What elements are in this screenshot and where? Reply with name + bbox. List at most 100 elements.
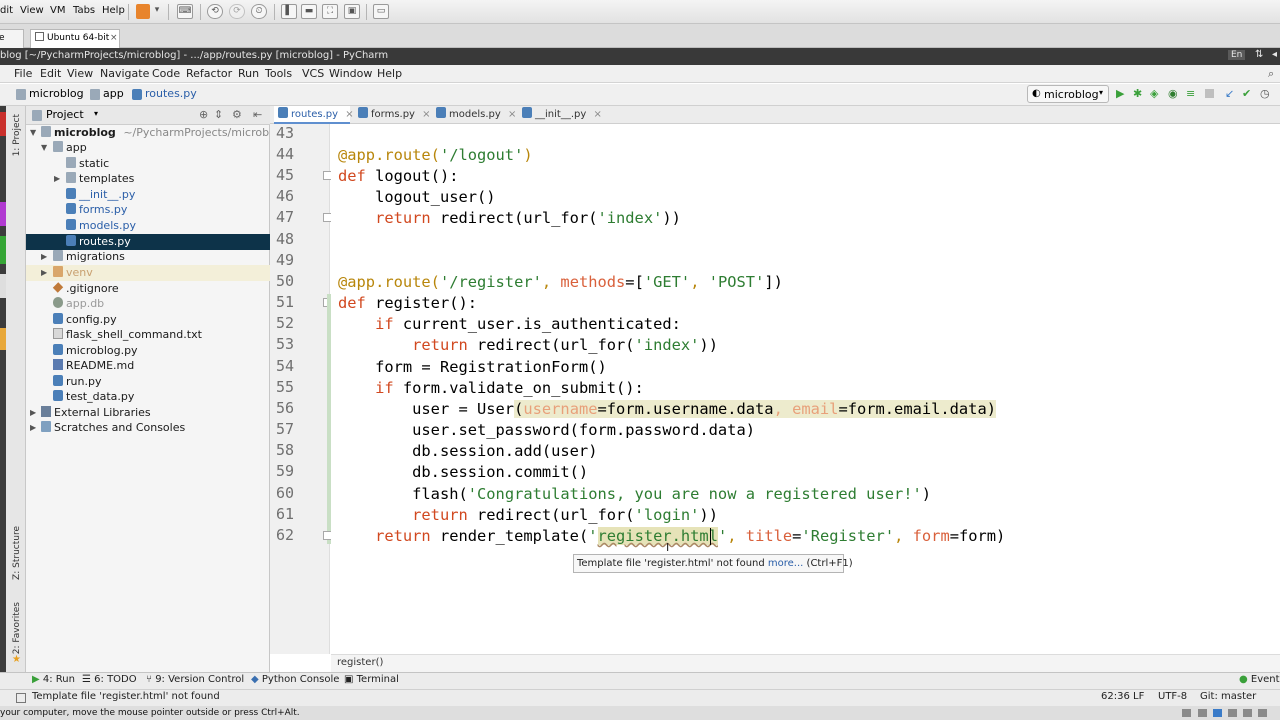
menu-navigate[interactable]: Navigate xyxy=(100,67,149,80)
menu-code[interactable]: Code xyxy=(152,67,180,80)
vm-menu-edit[interactable]: dit xyxy=(0,5,13,16)
launcher-app-icon[interactable] xyxy=(0,202,6,226)
tree-item-flask-shell[interactable]: flask_shell_command.txt xyxy=(26,327,270,343)
chevron-right-icon[interactable]: ▶ xyxy=(54,171,60,187)
tree-item-run[interactable]: run.py xyxy=(26,374,270,390)
vm-menu-vm[interactable]: VM xyxy=(50,5,65,16)
chevron-right-icon[interactable]: ▶ xyxy=(30,405,36,421)
profile-icon[interactable]: ◉ xyxy=(1168,87,1178,100)
tree-item-forms[interactable]: forms.py xyxy=(26,202,270,218)
close-icon[interactable]: × xyxy=(593,109,601,120)
project-header-title[interactable]: Project xyxy=(46,108,84,121)
line-separator[interactable]: LF xyxy=(1133,691,1144,702)
device-icon[interactable] xyxy=(1258,709,1267,717)
hide-icon[interactable]: ⇤ xyxy=(253,108,262,121)
chevron-right-icon[interactable]: ▶ xyxy=(41,249,47,265)
tree-item-static[interactable]: static xyxy=(26,156,270,172)
menu-window[interactable]: Window xyxy=(329,67,372,80)
tooltip-more-link[interactable]: more... xyxy=(768,558,803,569)
fullscreen-icon[interactable]: ⛶ xyxy=(322,4,338,19)
menu-file[interactable]: File xyxy=(14,67,32,80)
tree-item-venv[interactable]: ▶ venv xyxy=(26,265,270,281)
vcs-history-icon[interactable]: ◷ xyxy=(1260,87,1270,100)
editor-gutter[interactable]: 43 44 45 46 47 48 49 50 51 52 53 54 55 5… xyxy=(270,124,332,654)
close-icon[interactable]: × xyxy=(345,109,353,120)
toggle-tool-windows-icon[interactable] xyxy=(16,693,26,703)
vcs-update-icon[interactable]: ↙ xyxy=(1225,87,1234,100)
breadcrumb-routes[interactable]: routes.py xyxy=(145,87,197,100)
breadcrumb-function[interactable]: register() xyxy=(337,657,383,668)
console-view-icon[interactable]: ▭ xyxy=(373,4,389,19)
tree-item-app[interactable]: ▼ app xyxy=(26,140,270,156)
vm-menu-tabs[interactable]: Tabs xyxy=(73,5,95,16)
toolwindow-terminal[interactable]: ▣ Terminal xyxy=(344,674,399,685)
keyboard-layout-badge[interactable]: En xyxy=(1228,50,1246,60)
snapshot-manager-icon[interactable]: ⏲ xyxy=(251,4,267,19)
vm-tab-previous[interactable]: e xyxy=(0,29,24,48)
vm-menu-view[interactable]: View xyxy=(20,5,44,16)
chevron-right-icon[interactable]: ▶ xyxy=(30,420,36,436)
close-icon[interactable]: × xyxy=(110,30,118,47)
debug-icon[interactable]: ✱ xyxy=(1133,87,1142,100)
device-icon[interactable] xyxy=(1228,709,1237,717)
launcher-app-icon[interactable] xyxy=(0,328,6,350)
tree-item-readme[interactable]: README.md xyxy=(26,358,270,374)
collapse-all-icon[interactable]: ⇕ xyxy=(214,108,223,121)
tree-item-templates[interactable]: ▶ templates xyxy=(26,171,270,187)
stop-icon[interactable] xyxy=(1205,89,1214,98)
breadcrumb-microblog[interactable]: microblog xyxy=(29,87,84,100)
search-icon[interactable]: ⌕ xyxy=(1268,67,1274,81)
tab-init[interactable]: __init__.py × xyxy=(518,106,602,124)
toolwindow-version-control[interactable]: ⑂ 9: Version Control xyxy=(146,674,244,685)
launcher-app-icon[interactable] xyxy=(0,112,6,136)
side-tab-favorites[interactable]: 2: Favorites xyxy=(12,602,22,654)
device-icon[interactable] xyxy=(1213,709,1222,717)
caret-position[interactable]: 62:36 xyxy=(1101,691,1130,702)
device-icon[interactable] xyxy=(1182,709,1191,717)
chevron-down-icon[interactable]: ▾ xyxy=(152,4,162,19)
tab-forms[interactable]: forms.py × xyxy=(354,106,431,124)
side-tab-project[interactable]: 1: Project xyxy=(12,114,22,156)
tree-item-appdb[interactable]: app.db xyxy=(26,296,270,312)
run-config-selector[interactable]: ◐ microblog ▾ xyxy=(1027,85,1109,103)
send-keys-icon[interactable]: ⌨ xyxy=(177,4,193,19)
vm-tab-ubuntu[interactable]: Ubuntu 64-bit × xyxy=(30,29,120,48)
close-icon[interactable]: × xyxy=(508,109,516,120)
tree-item-scratches[interactable]: ▶ Scratches and Consoles xyxy=(26,420,270,436)
unity-icon[interactable]: ▣ xyxy=(344,4,360,19)
snapshot-icon[interactable]: ⟲ xyxy=(207,4,223,19)
tree-item-gitignore[interactable]: .gitignore xyxy=(26,281,270,297)
tree-item-migrations[interactable]: ▶ migrations xyxy=(26,249,270,265)
breadcrumb-app[interactable]: app xyxy=(103,87,124,100)
menu-tools[interactable]: Tools xyxy=(265,67,292,80)
menu-run[interactable]: Run xyxy=(238,67,259,80)
device-icon[interactable] xyxy=(1198,709,1207,717)
tree-item-external-libraries[interactable]: ▶ External Libraries xyxy=(26,405,270,421)
close-icon[interactable]: × xyxy=(422,109,430,120)
menu-edit[interactable]: Edit xyxy=(40,67,61,80)
toolwindow-todo[interactable]: ☰ 6: TODO xyxy=(82,674,137,685)
thumbnail-icon[interactable]: ▬ xyxy=(301,4,317,19)
chevron-down-icon[interactable]: ▾ xyxy=(94,109,98,118)
launcher-app-icon[interactable] xyxy=(0,236,6,264)
locate-icon[interactable]: ⊕ xyxy=(199,108,208,121)
unresolved-template-reference[interactable]: register.html xyxy=(597,527,718,545)
run-icon[interactable]: ▶ xyxy=(1116,87,1124,100)
file-encoding[interactable]: UTF-8 xyxy=(1158,691,1187,702)
git-branch[interactable]: Git: master xyxy=(1200,691,1256,702)
tree-item-routes[interactable]: routes.py xyxy=(26,234,270,250)
menu-refactor[interactable]: Refactor xyxy=(186,67,232,80)
sidebar-toggle-icon[interactable]: ▌ xyxy=(281,4,297,19)
toolwindow-python-console[interactable]: ◆ Python Console xyxy=(251,674,339,685)
toolwindow-run[interactable]: ▶ 4: Run xyxy=(32,674,75,685)
tab-routes[interactable]: routes.py × xyxy=(274,106,354,124)
tree-item-test-data[interactable]: test_data.py xyxy=(26,389,270,405)
tree-item-microblog[interactable]: ▼ microblog ~/PycharmProjects/microblog xyxy=(26,125,286,141)
code-editor[interactable]: @app.route('/logout') def logout(): logo… xyxy=(331,124,1280,654)
tree-item-init[interactable]: __init__.py xyxy=(26,187,270,203)
concurrency-icon[interactable]: ≡ xyxy=(1186,87,1195,100)
tree-item-microblog-py[interactable]: microblog.py xyxy=(26,343,270,359)
launcher-app-icon[interactable] xyxy=(0,274,6,298)
menu-vcs[interactable]: VCS xyxy=(302,67,324,80)
revert-snapshot-icon[interactable]: ⟳ xyxy=(229,4,245,19)
